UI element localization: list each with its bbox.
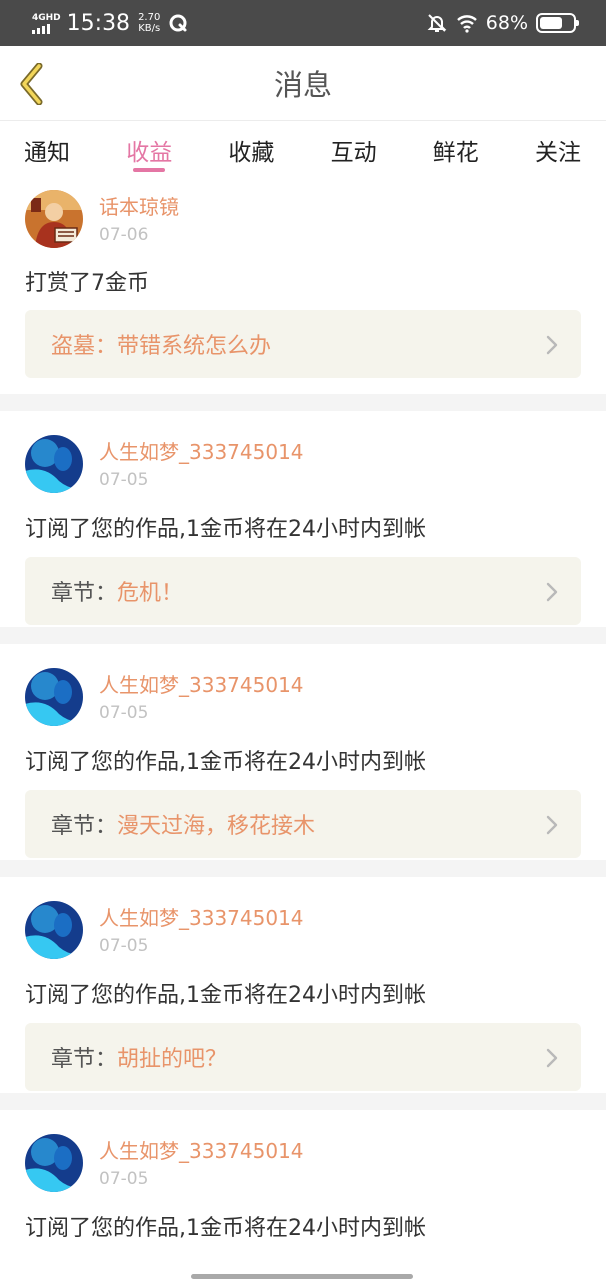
tab-label: 收益	[126, 140, 173, 166]
chevron-right-icon	[546, 582, 558, 602]
username[interactable]: 人生如梦_333745014	[99, 1139, 304, 1163]
speed-unit: KB/s	[138, 23, 161, 34]
battery-fill	[540, 17, 562, 29]
work-title: 盗墓：带错系统怎么办	[51, 334, 272, 359]
chapter-title: 胡扯的吧？	[117, 1047, 228, 1072]
chevron-right-icon	[546, 815, 558, 835]
page-title: 消息	[273, 68, 332, 102]
avatar[interactable]	[25, 901, 83, 959]
status-left: 4GHD 15:38 2.70 KB/s	[32, 11, 188, 36]
tab-interactions[interactable]: 互动	[331, 121, 377, 179]
username[interactable]: 人生如梦_333745014	[99, 440, 304, 464]
tab-label: 互动	[330, 140, 377, 166]
message-card: 话本琼镜 07-06 打赏了7金币 盗墓：带错系统怎么办	[0, 179, 606, 394]
network-speed: 2.70 KB/s	[138, 12, 160, 34]
message-card: 人生如梦_333745014 07-05 订阅了您的作品,1金币将在24小时内到…	[0, 644, 606, 860]
status-right: 68%	[426, 12, 579, 34]
home-indicator	[191, 1274, 413, 1279]
chevron-right-icon	[546, 335, 558, 355]
tab-label: 关注	[534, 140, 581, 166]
header-bar: 消息	[0, 46, 606, 121]
tab-label: 鲜花	[432, 140, 479, 166]
message-user-row[interactable]: 人生如梦_333745014 07-05	[25, 1134, 304, 1192]
message-text: 订阅了您的作品,1金币将在24小时内到帐	[25, 983, 426, 1008]
message-user-row[interactable]: 人生如梦_333745014 07-05	[25, 901, 304, 959]
message-date: 07-05	[99, 470, 149, 490]
message-date: 07-05	[99, 936, 149, 956]
chevron-right-icon	[546, 1048, 558, 1068]
work-link[interactable]: 盗墓：带错系统怎么办	[25, 310, 581, 378]
chapter-link[interactable]: 章节： 胡扯的吧？	[25, 1023, 581, 1091]
avatar-image-icon	[25, 1134, 83, 1192]
chapter-label: 章节：	[51, 814, 118, 839]
message-date: 07-05	[99, 1169, 149, 1189]
tab-favorites[interactable]: 收藏	[228, 121, 274, 179]
message-date: 07-05	[99, 703, 149, 723]
message-list: 话本琼镜 07-06 打赏了7金币 盗墓：带错系统怎么办 人生如梦_333745…	[0, 179, 606, 1280]
message-text: 打赏了7金币	[25, 271, 149, 296]
avatar[interactable]	[25, 190, 83, 248]
user-meta: 话本琼镜 07-06	[99, 190, 179, 248]
tab-notifications[interactable]: 通知	[24, 121, 70, 179]
chapter-label: 章节：	[51, 581, 118, 606]
tab-label: 通知	[24, 140, 70, 166]
network-label: 4GHD	[32, 12, 61, 23]
username[interactable]: 人生如梦_333745014	[99, 906, 304, 930]
app-root: 4GHD 15:38 2.70 KB/s 68% 消息 通知 收益 收藏 互动 …	[0, 0, 606, 1280]
message-card: 人生如梦_333745014 07-05 订阅了您的作品,1金币将在24小时内到…	[0, 411, 606, 627]
message-user-row[interactable]: 人生如梦_333745014 07-05	[25, 435, 304, 493]
back-button[interactable]	[14, 62, 50, 106]
message-date: 07-06	[99, 225, 149, 245]
tab-following[interactable]: 关注	[535, 121, 581, 179]
chevron-left-icon	[20, 63, 43, 105]
chapter-link[interactable]: 章节： 危机！	[25, 557, 581, 625]
message-card: 人生如梦_333745014 07-05 订阅了您的作品,1金币将在24小时内到…	[0, 877, 606, 1093]
chapter-title: 漫天过海，移花接木	[117, 814, 316, 839]
avatar[interactable]	[25, 435, 83, 493]
app-notification-icon	[169, 14, 187, 32]
avatar-image-icon	[25, 901, 83, 959]
network-indicator: 4GHD	[32, 13, 61, 34]
speed-value: 2.70	[138, 12, 161, 23]
message-user-row[interactable]: 话本琼镜 07-06	[25, 190, 179, 248]
user-meta: 人生如梦_333745014 07-05	[99, 901, 304, 959]
message-text: 订阅了您的作品,1金币将在24小时内到帐	[25, 1216, 426, 1241]
clock: 15:38	[66, 10, 131, 36]
tab-label: 收藏	[228, 140, 275, 166]
avatar[interactable]	[25, 668, 83, 726]
signal-icon	[32, 23, 50, 34]
message-text: 订阅了您的作品,1金币将在24小时内到帐	[25, 750, 426, 775]
avatar-image-icon	[25, 435, 83, 493]
active-tab-indicator	[133, 168, 166, 172]
user-meta: 人生如梦_333745014 07-05	[99, 1134, 304, 1192]
tab-flowers[interactable]: 鲜花	[433, 121, 479, 179]
avatar[interactable]	[25, 1134, 83, 1192]
username[interactable]: 人生如梦_333745014	[99, 673, 304, 697]
tab-earnings[interactable]: 收益	[126, 121, 172, 179]
battery-icon	[536, 13, 579, 33]
message-user-row[interactable]: 人生如梦_333745014 07-05	[25, 668, 304, 726]
avatar-image-icon	[25, 190, 83, 248]
user-meta: 人生如梦_333745014 07-05	[99, 668, 304, 726]
user-meta: 人生如梦_333745014 07-05	[99, 435, 304, 493]
message-card: 人生如梦_333745014 07-05 订阅了您的作品,1金币将在24小时内到…	[0, 1110, 606, 1280]
tab-bar: 通知 收益 收藏 互动 鲜花 关注	[0, 121, 606, 179]
username[interactable]: 话本琼镜	[99, 195, 179, 219]
chapter-title: 危机！	[117, 581, 184, 606]
status-bar: 4GHD 15:38 2.70 KB/s 68%	[0, 0, 606, 46]
wifi-icon	[456, 15, 477, 33]
chapter-link[interactable]: 章节： 漫天过海，移花接木	[25, 790, 581, 858]
battery-percent: 68%	[485, 12, 528, 34]
bell-muted-icon	[427, 14, 447, 32]
message-text: 订阅了您的作品,1金币将在24小时内到帐	[25, 517, 426, 542]
chapter-label: 章节：	[51, 1047, 118, 1072]
avatar-image-icon	[25, 668, 83, 726]
